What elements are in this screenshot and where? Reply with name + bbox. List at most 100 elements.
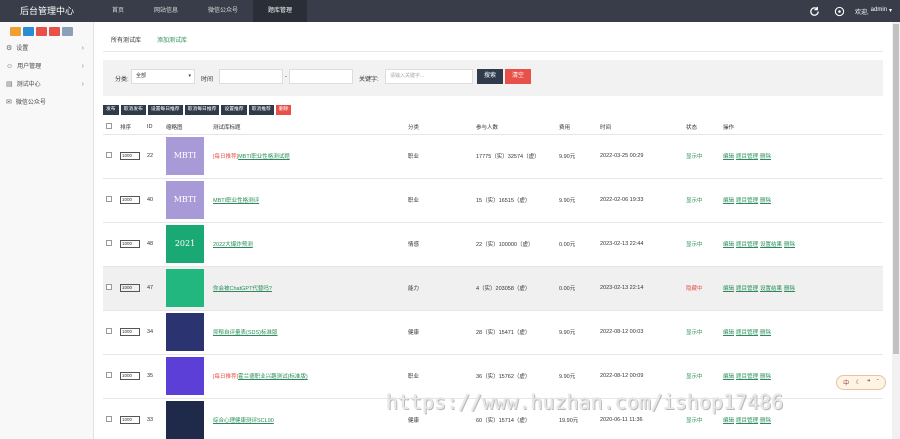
bulk-action-button[interactable]: 删除 <box>275 105 292 115</box>
cell-select <box>103 178 117 223</box>
reset-button[interactable]: 清空 <box>505 69 531 84</box>
bulk-action-button[interactable]: 取消每日推荐 <box>184 105 220 115</box>
row-checkbox[interactable] <box>106 240 112 246</box>
status-badge[interactable]: 显示中 <box>686 198 703 204</box>
status-badge[interactable]: 显示中 <box>686 374 703 380</box>
bulk-action-button[interactable]: 设置每日推荐 <box>147 105 183 115</box>
row-action-link[interactable]: 编辑 <box>723 330 734 336</box>
row-action-link[interactable]: 删除 <box>760 154 771 160</box>
widget-text: 中 <box>843 381 850 387</box>
sidebar-item[interactable]: ✉ 微信公众号 <box>0 94 93 112</box>
end-date-input[interactable] <box>289 69 353 84</box>
sort-input[interactable]: 1000 <box>120 284 140 292</box>
tab[interactable]: 添加测试库 <box>149 32 195 51</box>
column-header: 状态 <box>683 120 720 135</box>
nav-item[interactable]: 微信公众号 <box>193 0 253 22</box>
chevron-right-icon: › <box>81 45 84 52</box>
title-link[interactable]: 你会被ChatGPT代替吗? <box>213 286 272 292</box>
keyword-input[interactable]: 请输入关键字... <box>385 69 473 84</box>
nav-item[interactable]: 网站信息 <box>139 0 193 22</box>
sort-input[interactable]: 1000 <box>120 328 140 336</box>
row-action-link[interactable]: 删除 <box>760 198 771 204</box>
nav-item[interactable]: 首页 <box>97 0 139 22</box>
column-header-label: 时间 <box>600 124 612 131</box>
refresh-icon[interactable] <box>49 27 60 36</box>
sort-input[interactable]: 1000 <box>120 240 140 248</box>
refresh-icon[interactable] <box>809 6 820 17</box>
status-badge[interactable]: 显示中 <box>686 154 703 160</box>
select-all-checkbox[interactable] <box>106 122 112 129</box>
sort-input[interactable]: 1000 <box>120 416 140 424</box>
share-icon[interactable] <box>834 6 845 17</box>
row-checkbox[interactable] <box>106 416 112 422</box>
sort-input[interactable]: 1000 <box>120 196 140 204</box>
row-action-link[interactable]: 设置结果 <box>760 242 782 248</box>
row-action-link[interactable]: 题目管理 <box>736 198 758 204</box>
title-link[interactable]: 霍兰德职业兴趣测试(标准版) <box>238 374 308 380</box>
row-checkbox[interactable] <box>106 152 112 158</box>
sort-input[interactable]: 1000 <box>120 372 140 380</box>
bulk-action-button[interactable]: 发布 <box>103 105 119 115</box>
row-checkbox[interactable] <box>106 328 112 334</box>
table-row: 1000 40 MBTI MBTI职业性格测评 职业 15（实）16515（虚） 9.90元… <box>103 178 883 223</box>
title-link[interactable]: 抑郁自评量表(SDS)标准版 <box>213 330 277 336</box>
tab[interactable]: 所有测试库 <box>103 32 149 51</box>
title-link[interactable]: 综合心理健康测评SCL90 <box>213 418 274 424</box>
row-action-link[interactable]: 删除 <box>784 242 795 248</box>
cell-sort: 1000 <box>117 354 144 399</box>
cell-fee: 0.00元 <box>556 222 597 267</box>
main-content: 所有测试库 添加测试库 分类: 全部 ▾ 时间 - 关键字: 请输入关键字... … <box>101 22 883 439</box>
category-select[interactable]: 全部 ▾ <box>131 69 195 84</box>
bulk-action-button[interactable]: 取消发布 <box>120 105 146 115</box>
scrollbar[interactable] <box>892 22 900 439</box>
row-action-link[interactable]: 题目管理 <box>736 418 758 424</box>
list-icon[interactable] <box>62 27 73 36</box>
row-action-link[interactable]: 编辑 <box>723 242 734 248</box>
scrollbar-thumb[interactable] <box>893 24 899 354</box>
bulk-action-button[interactable]: 取消推荐 <box>248 105 274 115</box>
row-action-link[interactable]: 编辑 <box>723 286 734 292</box>
sidebar-item[interactable]: ▤ 测试中心 › <box>0 76 93 94</box>
sort-input[interactable]: 1000 <box>120 152 140 160</box>
recommend-tag: [每日推荐] <box>213 154 239 160</box>
search-button[interactable]: 搜索 <box>477 69 503 84</box>
file-icon[interactable] <box>23 27 34 36</box>
welcome-user[interactable]: 欢迎, admin ▾ <box>855 7 892 16</box>
row-action-link[interactable]: 删除 <box>784 286 795 292</box>
row-checkbox[interactable] <box>106 372 112 378</box>
status-badge[interactable]: 隐藏中 <box>686 286 703 292</box>
column-header-label: 费用 <box>559 124 571 131</box>
title-link[interactable]: MBTI职业性格测评 <box>213 198 259 204</box>
column-header-label: 操作 <box>723 124 735 131</box>
title-link[interactable]: MBTI职业性格测试题 <box>238 154 290 160</box>
row-checkbox[interactable] <box>106 284 112 290</box>
row-action-link[interactable]: 编辑 <box>723 198 734 204</box>
row-action-link[interactable]: 编辑 <box>723 374 734 380</box>
home-icon[interactable] <box>10 27 21 36</box>
cell-id: 40 <box>144 178 163 223</box>
row-action-link[interactable]: 编辑 <box>723 418 734 424</box>
row-action-link[interactable]: 删除 <box>760 418 771 424</box>
row-action-link[interactable]: 题目管理 <box>736 286 758 292</box>
sidebar-item[interactable]: ⚙ 设置 › <box>0 40 93 58</box>
floating-widget[interactable]: 中 ☾ ❞ ˇ <box>836 375 886 390</box>
row-action-link[interactable]: 删除 <box>760 374 771 380</box>
user-icon[interactable] <box>36 27 47 36</box>
row-action-link[interactable]: 题目管理 <box>736 154 758 160</box>
status-badge[interactable]: 显示中 <box>686 330 703 336</box>
row-action-link[interactable]: 题目管理 <box>736 374 758 380</box>
sidebar-quick-buttons <box>0 22 93 36</box>
bulk-action-button[interactable]: 设置推荐 <box>221 105 247 115</box>
nav-item[interactable]: 题库管理 <box>253 0 308 22</box>
row-action-link[interactable]: 设置结果 <box>760 286 782 292</box>
row-action-link[interactable]: 题目管理 <box>736 330 758 336</box>
start-date-input[interactable] <box>219 69 283 84</box>
status-badge[interactable]: 显示中 <box>686 418 703 424</box>
title-link[interactable]: 2022大爆炸预测 <box>213 242 253 248</box>
row-checkbox[interactable] <box>106 196 112 202</box>
row-action-link[interactable]: 题目管理 <box>736 242 758 248</box>
row-action-link[interactable]: 删除 <box>760 330 771 336</box>
status-badge[interactable]: 显示中 <box>686 242 703 248</box>
sidebar-item[interactable]: ☺ 用户管理 › <box>0 58 93 76</box>
row-action-link[interactable]: 编辑 <box>723 154 734 160</box>
